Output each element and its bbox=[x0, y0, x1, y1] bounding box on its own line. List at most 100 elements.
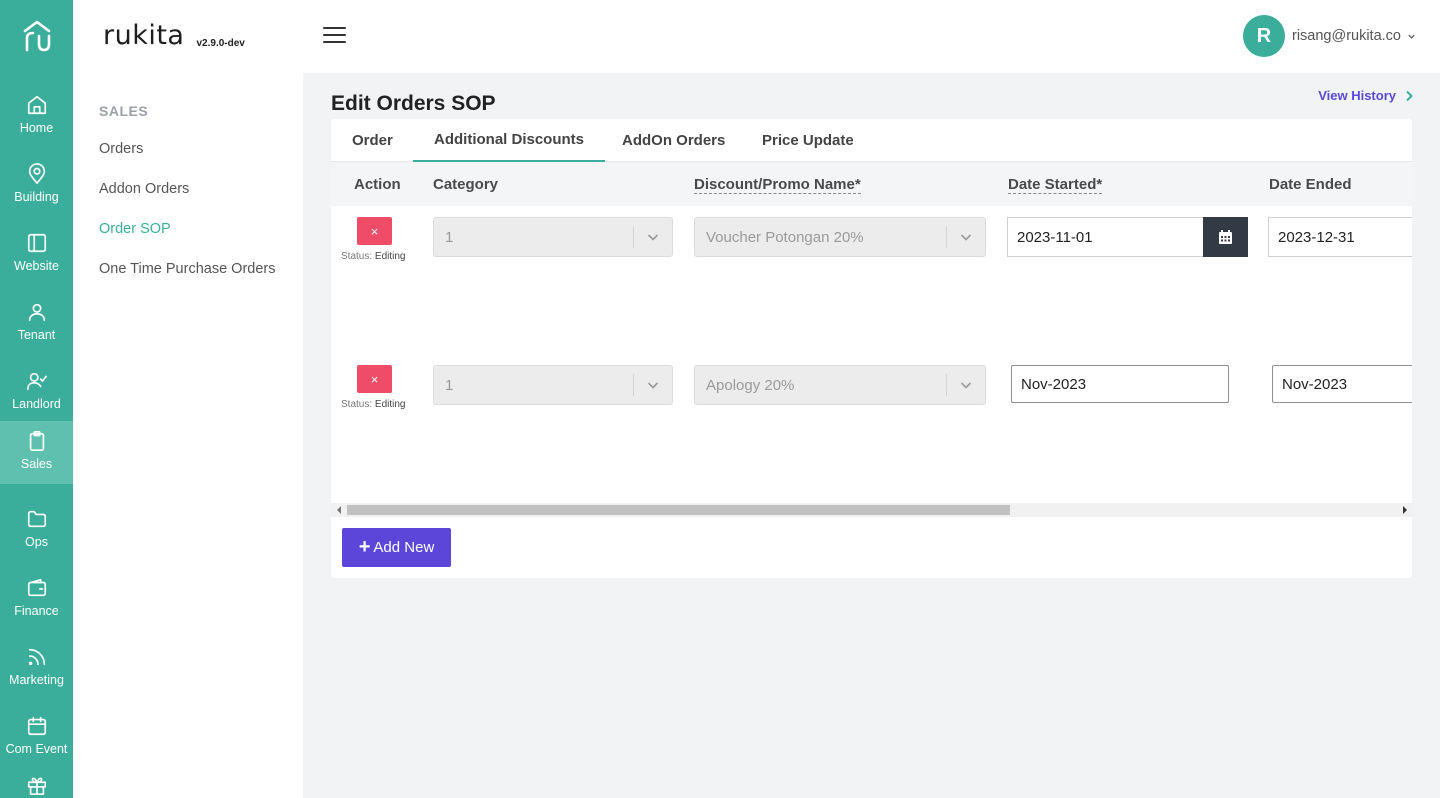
subnav-item-one-time-purchase[interactable]: One Time Purchase Orders bbox=[99, 261, 276, 277]
user-menu[interactable]: R risang@rukita.co bbox=[1242, 15, 1416, 57]
user-email: risang@rukita.co bbox=[1291, 28, 1401, 44]
calendar-icon bbox=[27, 716, 46, 736]
top-header: rukita v2.9.0-dev R risang@rukita.co bbox=[73, 0, 1440, 73]
status-value: Editing bbox=[374, 251, 406, 262]
rail-item-label: Home bbox=[19, 121, 54, 135]
horizontal-scrollbar[interactable] bbox=[331, 503, 1412, 517]
rail-item-gift[interactable] bbox=[0, 762, 73, 798]
row-status: Status: Editing bbox=[341, 251, 406, 262]
view-history-label: View History bbox=[1318, 88, 1396, 103]
rail-item-tenant[interactable]: Tenant bbox=[0, 289, 73, 351]
promo-name-select[interactable]: Voucher Potongan 20% bbox=[694, 217, 986, 257]
category-select[interactable]: 1 bbox=[433, 217, 673, 257]
rail-item-label: Com Event bbox=[5, 742, 68, 756]
folder-icon bbox=[27, 510, 46, 528]
rss-icon bbox=[28, 648, 45, 666]
date-ended-value: Nov-2023 bbox=[1282, 376, 1348, 393]
chevron-down-icon bbox=[960, 234, 972, 241]
tab-additional-discounts[interactable]: Additional Discounts bbox=[413, 119, 605, 162]
home-icon bbox=[27, 95, 46, 115]
rail-item-label: Sales bbox=[20, 457, 53, 471]
user-check-icon bbox=[26, 372, 47, 391]
date-ended-value: 2023-12-31 bbox=[1278, 229, 1355, 246]
scrollbar-thumb[interactable] bbox=[347, 505, 1010, 515]
subnav-item-order-sop[interactable]: Order SOP bbox=[99, 221, 171, 237]
category-select-value: 1 bbox=[445, 377, 454, 394]
column-header-date-started[interactable]: Date Started* bbox=[1008, 176, 1103, 194]
chevron-down-icon bbox=[1408, 34, 1415, 39]
row-status: Status: Editing bbox=[341, 399, 406, 410]
calendar-picker-button[interactable] bbox=[1203, 217, 1248, 257]
calendar-icon bbox=[1219, 230, 1232, 244]
rail-item-label: Tenant bbox=[17, 328, 56, 342]
rail-item-label: Finance bbox=[14, 604, 59, 618]
scroll-right-arrow-icon[interactable] bbox=[1403, 506, 1407, 514]
chevron-down-icon bbox=[647, 234, 659, 241]
promo-name-select-value: Apology 20% bbox=[706, 377, 795, 394]
category-select[interactable]: 1 bbox=[433, 365, 673, 405]
chevron-down-icon bbox=[960, 382, 972, 389]
subnav-item-addon-orders[interactable]: Addon Orders bbox=[99, 181, 189, 197]
app-version: v2.9.0-dev bbox=[196, 38, 245, 49]
delete-row-button[interactable]: × bbox=[357, 365, 392, 393]
page-title: Edit Orders SOP bbox=[331, 92, 496, 115]
layout-icon bbox=[27, 233, 46, 253]
rail-item-label: Landlord bbox=[12, 397, 61, 411]
rail-item-label: Building bbox=[14, 190, 59, 204]
tab-bar: Order Additional Discounts AddOn Orders … bbox=[331, 119, 1412, 162]
column-header-date-ended: Date Ended bbox=[1269, 176, 1352, 193]
rail-item-landlord[interactable]: Landlord bbox=[0, 358, 73, 420]
rail-item-label: Marketing bbox=[9, 673, 64, 687]
gift-icon bbox=[27, 777, 46, 795]
rail-item-home[interactable]: Home bbox=[0, 82, 73, 144]
rail-item-com-event[interactable]: Com Event bbox=[0, 703, 73, 765]
view-history-link[interactable]: View History bbox=[1318, 88, 1414, 103]
sop-card: Order Additional Discounts AddOn Orders … bbox=[331, 119, 1412, 578]
rail-item-ops[interactable]: Ops bbox=[0, 496, 73, 558]
column-header-action: Action bbox=[354, 176, 401, 193]
rail-item-finance[interactable]: Finance bbox=[0, 565, 73, 627]
section-title: SALES bbox=[99, 103, 149, 119]
tab-order[interactable]: Order bbox=[352, 119, 393, 162]
date-ended-month-input[interactable]: Nov-2023 bbox=[1272, 365, 1412, 403]
rail-item-website[interactable]: Website bbox=[0, 220, 73, 282]
scroll-left-arrow-icon[interactable] bbox=[337, 506, 341, 514]
chevron-down-icon bbox=[647, 382, 659, 389]
promo-name-select[interactable]: Apology 20% bbox=[694, 365, 986, 405]
status-prefix: Status: bbox=[341, 251, 373, 262]
category-select-value: 1 bbox=[445, 229, 454, 246]
menu-toggle-icon[interactable] bbox=[323, 27, 346, 45]
rail-item-label: Website bbox=[14, 259, 59, 273]
section-sidebar: SALES Orders Addon Orders Order SOP One … bbox=[73, 73, 303, 798]
rukita-logo-icon[interactable] bbox=[0, 18, 73, 58]
main-rail: Home Building Website Tenant Landlord Sa… bbox=[0, 0, 73, 798]
subnav-item-orders[interactable]: Orders bbox=[99, 141, 143, 157]
date-started-month-input[interactable]: Nov-2023 bbox=[1011, 365, 1229, 403]
status-value: Editing bbox=[374, 399, 406, 410]
status-prefix: Status: bbox=[341, 399, 373, 410]
date-started-input[interactable]: 2023-11-01 bbox=[1007, 217, 1204, 257]
delete-row-button[interactable]: × bbox=[357, 217, 392, 245]
tab-price-update[interactable]: Price Update bbox=[762, 119, 854, 162]
rail-item-sales[interactable]: Sales bbox=[0, 421, 73, 484]
discount-table: Action Category Discount/Promo Name* Dat… bbox=[331, 162, 1412, 503]
brand[interactable]: rukita v2.9.0-dev bbox=[103, 22, 245, 50]
wallet-icon bbox=[27, 578, 46, 597]
column-header-promo-name[interactable]: Discount/Promo Name* bbox=[694, 176, 861, 194]
avatar: R bbox=[1242, 15, 1285, 57]
table-header: Action Category Discount/Promo Name* Dat… bbox=[331, 162, 1412, 206]
rail-item-building[interactable]: Building bbox=[0, 151, 73, 213]
date-started-value: Nov-2023 bbox=[1021, 376, 1087, 393]
plus-icon: + bbox=[358, 536, 371, 558]
rail-item-label: Ops bbox=[25, 535, 48, 549]
user-icon bbox=[28, 303, 45, 322]
date-started-value: 2023-11-01 bbox=[1017, 229, 1093, 246]
add-new-button[interactable]: + Add New bbox=[342, 528, 451, 567]
date-ended-input[interactable]: 2023-12-31 bbox=[1268, 217, 1412, 257]
chevron-right-icon bbox=[1406, 90, 1413, 101]
brand-logo: rukita bbox=[103, 20, 185, 51]
tab-addon-orders[interactable]: AddOn Orders bbox=[622, 119, 725, 162]
clipboard-icon bbox=[29, 431, 44, 451]
rail-item-marketing[interactable]: Marketing bbox=[0, 634, 73, 696]
location-pin-icon bbox=[28, 163, 45, 184]
